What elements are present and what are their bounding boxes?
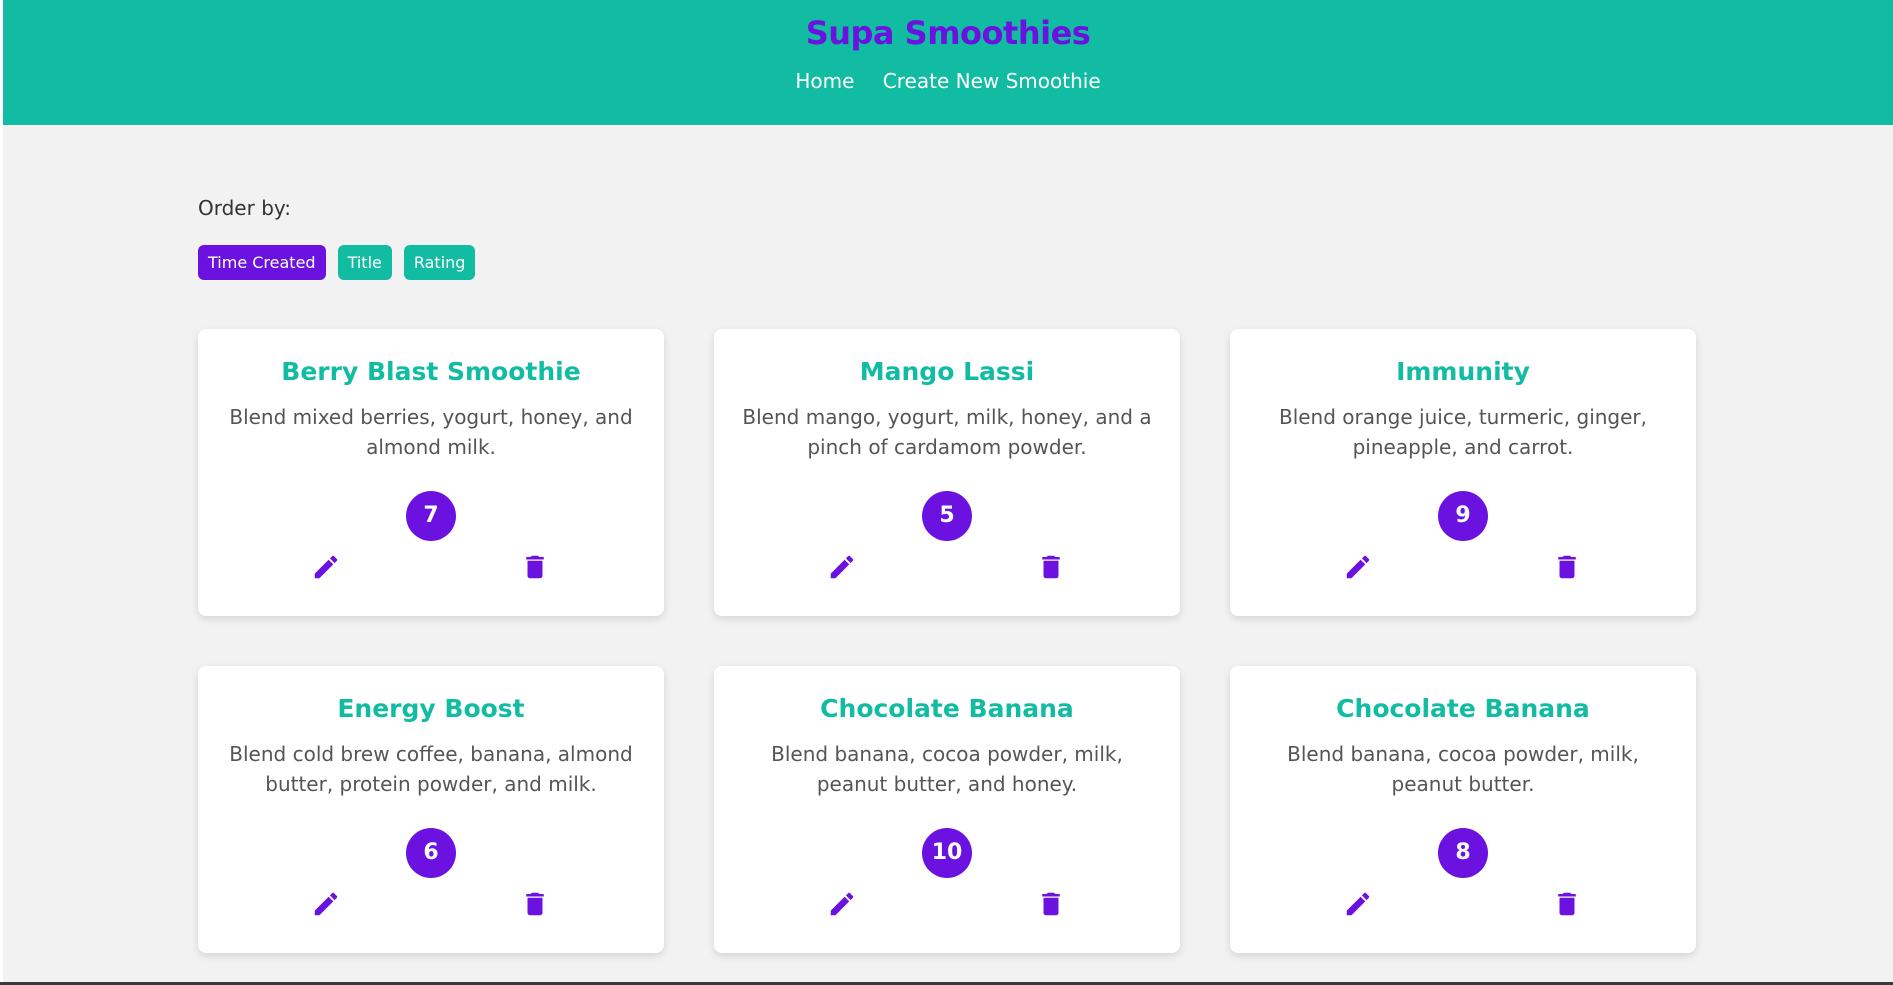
nav-create-link[interactable]: Create New Smoothie <box>883 69 1101 93</box>
pencil-icon[interactable] <box>311 552 341 582</box>
smoothie-card: Berry Blast Smoothie Blend mixed berries… <box>198 329 664 616</box>
trash-icon[interactable] <box>1552 889 1582 919</box>
pencil-icon[interactable] <box>311 889 341 919</box>
rating-badge: 5 <box>922 491 972 541</box>
smoothie-method: Blend mango, yogurt, milk, honey, and a … <box>742 405 1152 459</box>
smoothie-method: Blend mixed berries, yogurt, honey, and … <box>229 405 633 459</box>
smoothie-card: Immunity Blend orange juice, turmeric, g… <box>1230 329 1696 616</box>
smoothie-title: Energy Boost <box>337 694 525 723</box>
smoothie-method: Blend cold brew coffee, banana, almond b… <box>229 742 633 796</box>
order-by-label: Order by: <box>198 196 292 220</box>
trash-icon[interactable] <box>520 552 550 582</box>
sort-time-created-button[interactable]: Time Created <box>198 245 326 280</box>
site-header: Supa Smoothies Home Create New Smoothie <box>3 0 1893 125</box>
trash-icon[interactable] <box>520 889 550 919</box>
nav-home-link[interactable]: Home <box>795 69 854 93</box>
main-nav: Home Create New Smoothie <box>3 69 1893 93</box>
smoothie-card: Energy Boost Blend cold brew coffee, ban… <box>198 666 664 953</box>
smoothie-title: Chocolate Banana <box>820 694 1074 723</box>
sort-title-button[interactable]: Title <box>337 245 392 280</box>
smoothie-card: Chocolate Banana Blend banana, cocoa pow… <box>714 666 1180 953</box>
trash-icon[interactable] <box>1036 889 1066 919</box>
trash-icon[interactable] <box>1552 552 1582 582</box>
rating-badge: 6 <box>406 828 456 878</box>
pencil-icon[interactable] <box>1343 552 1373 582</box>
smoothie-grid: Berry Blast Smoothie Blend mixed berries… <box>198 329 1696 953</box>
smoothie-title: Berry Blast Smoothie <box>281 357 581 386</box>
rating-badge: 9 <box>1438 491 1488 541</box>
smoothie-title: Immunity <box>1396 357 1530 386</box>
sort-rating-button[interactable]: Rating <box>403 245 476 280</box>
site-title: Supa Smoothies <box>805 14 1091 52</box>
smoothie-method: Blend orange juice, turmeric, ginger, pi… <box>1278 405 1648 459</box>
smoothie-title: Mango Lassi <box>859 357 1035 386</box>
window-frame-left <box>0 0 3 985</box>
smoothie-method: Blend banana, cocoa powder, milk, peanut… <box>1287 742 1639 796</box>
trash-icon[interactable] <box>1036 552 1066 582</box>
rating-badge: 10 <box>922 828 972 878</box>
rating-badge: 7 <box>406 491 456 541</box>
pencil-icon[interactable] <box>1343 889 1373 919</box>
sort-buttons: Time Created Title Rating <box>198 245 476 280</box>
pencil-icon[interactable] <box>827 552 857 582</box>
pencil-icon[interactable] <box>827 889 857 919</box>
smoothie-card: Chocolate Banana Blend banana, cocoa pow… <box>1230 666 1696 953</box>
rating-badge: 8 <box>1438 828 1488 878</box>
smoothie-method: Blend banana, cocoa powder, milk, peanut… <box>771 742 1123 796</box>
smoothie-title: Chocolate Banana <box>1336 694 1590 723</box>
smoothie-card: Mango Lassi Blend mango, yogurt, milk, h… <box>714 329 1180 616</box>
